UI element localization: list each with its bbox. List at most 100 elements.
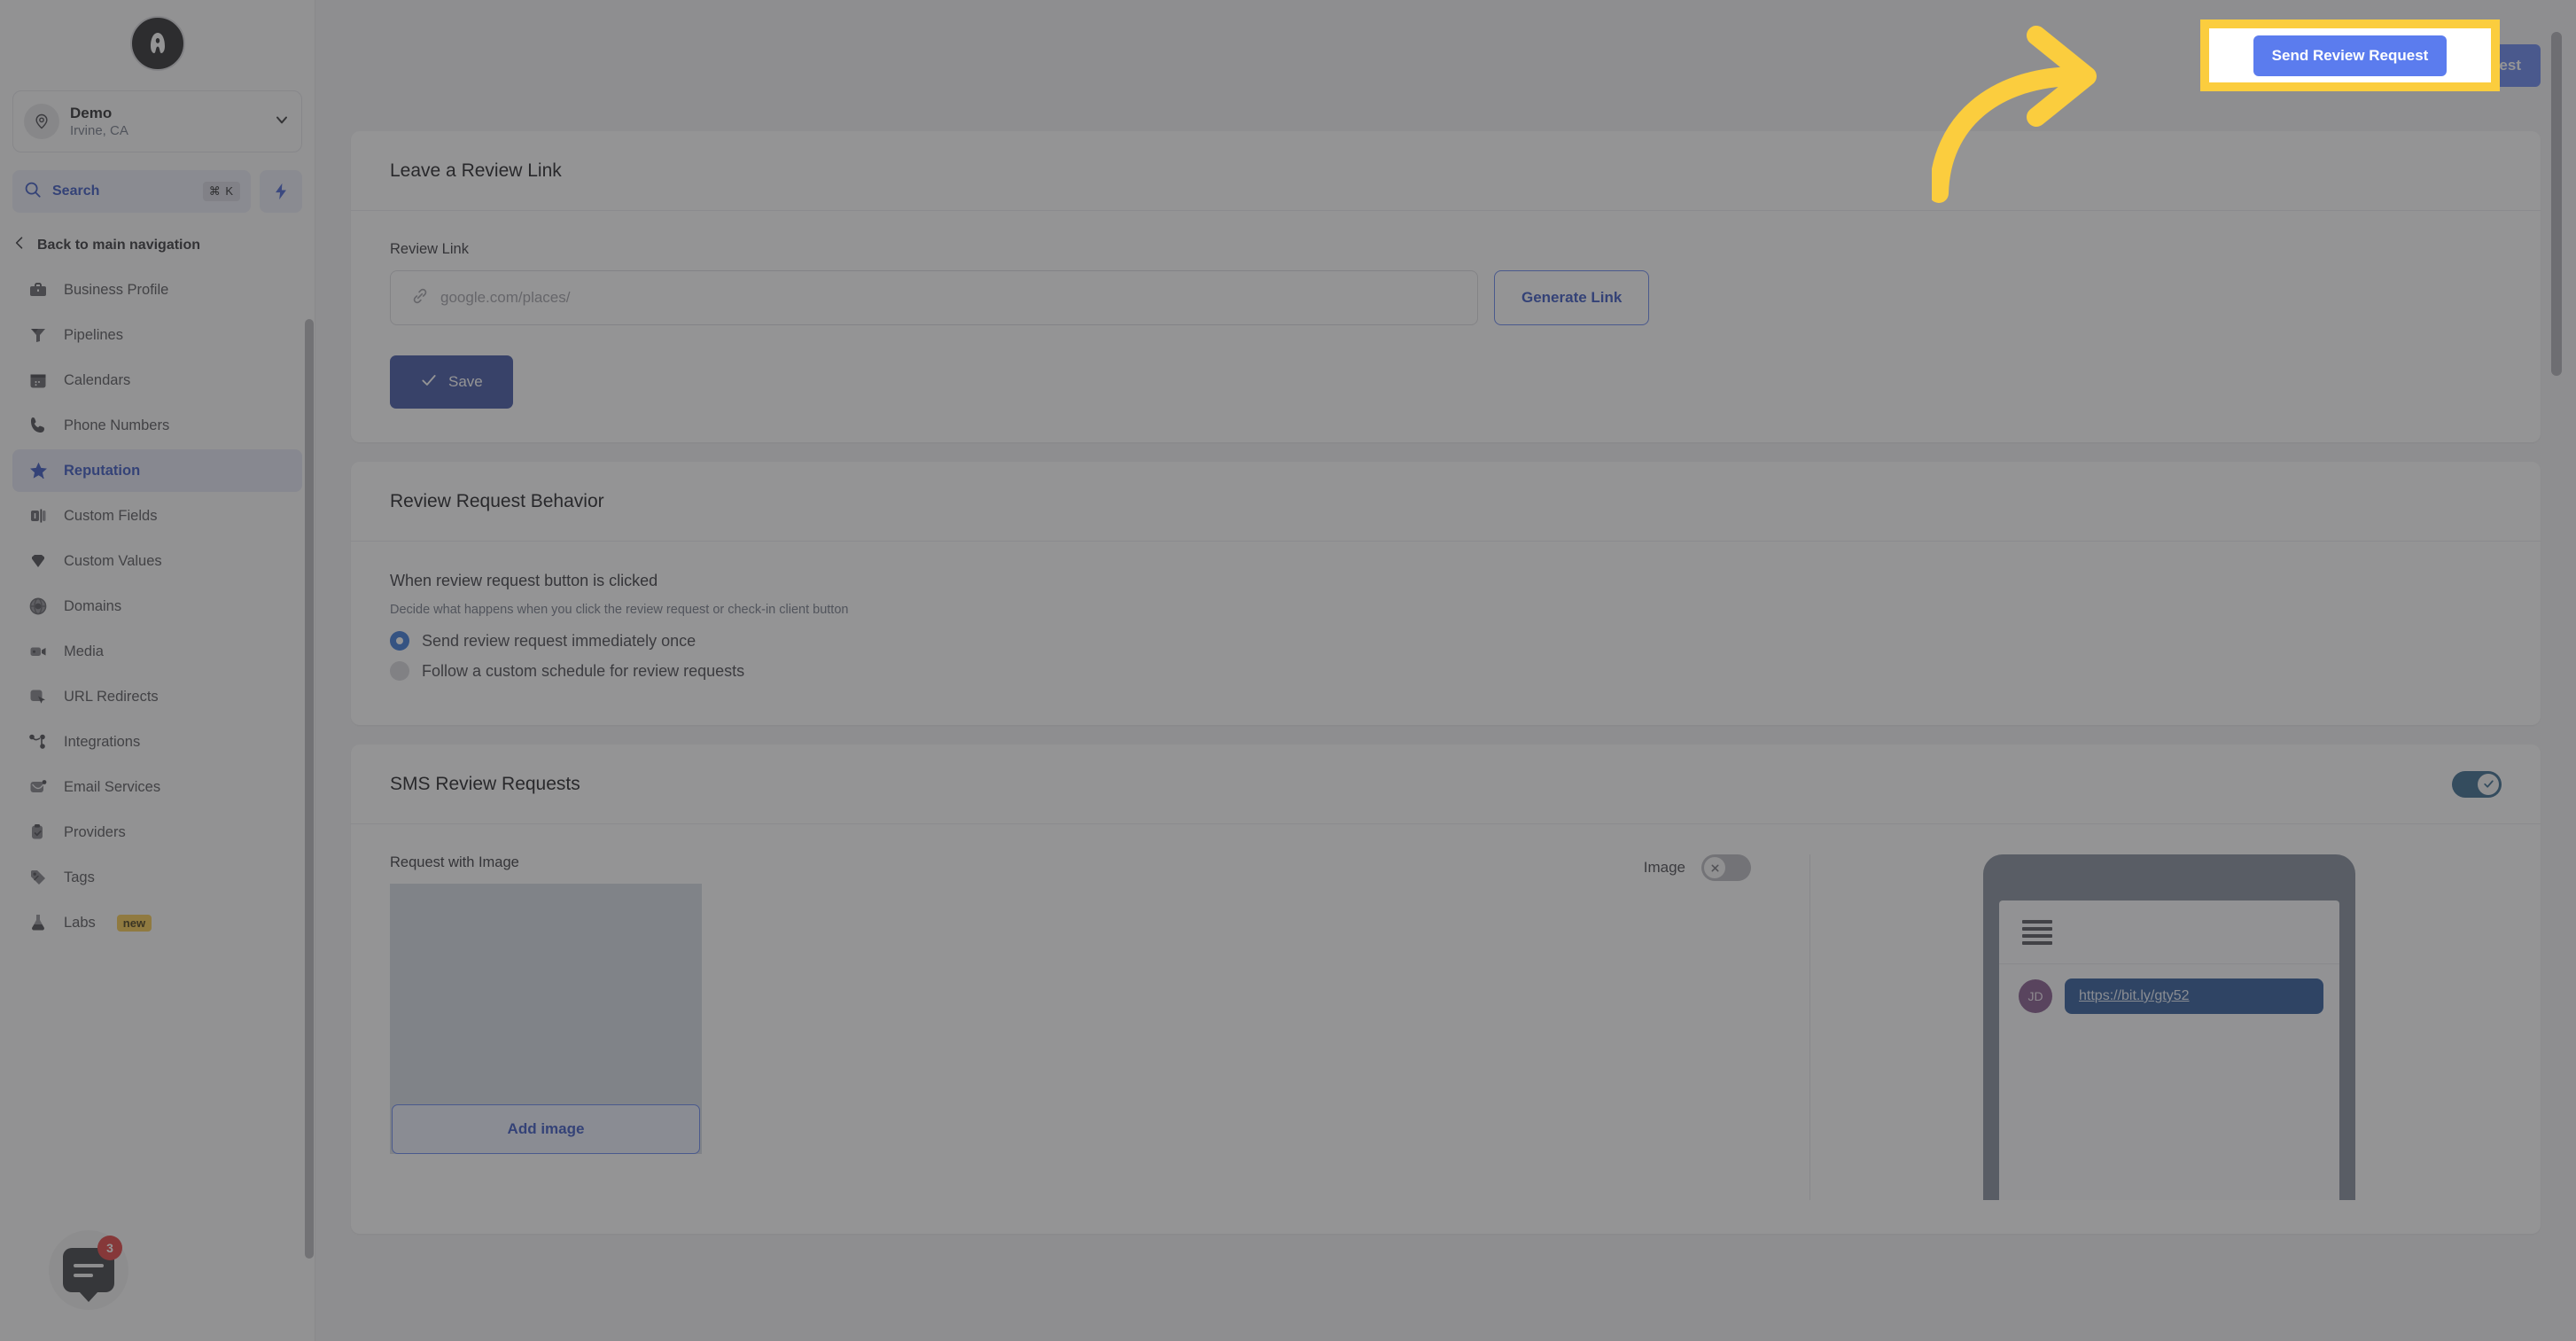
sidebar-item-label: Tags (64, 869, 95, 885)
back-to-main-navigation[interactable]: Back to main navigation (11, 234, 302, 256)
image-toggle-row: Image (957, 854, 1783, 881)
page-title: Leave a Review Link (390, 160, 562, 181)
card-body: Request with Image Add image Image JD ht… (351, 824, 2541, 1234)
sms-enabled-toggle[interactable] (2452, 770, 2502, 798)
chevron-down-icon[interactable] (273, 111, 291, 133)
hamburger-menu-icon (2022, 919, 2052, 945)
sidebar-item-label: Custom Values (64, 552, 162, 569)
radio-indicator[interactable] (390, 631, 409, 651)
gem-icon (27, 550, 50, 573)
sms-preview-column: JD https://bit.ly/gty52 (1810, 854, 2502, 1200)
globe-icon (27, 595, 50, 618)
brand-a-logo[interactable] (129, 16, 185, 71)
chat-bubble-icon[interactable]: 3 (49, 1230, 128, 1310)
behavior-title: Review Request Behavior (390, 490, 604, 511)
preview-message-link[interactable]: https://bit.ly/gty52 (2065, 978, 2323, 1014)
calendar-icon (27, 369, 50, 392)
chat-unread-count: 3 (97, 1236, 122, 1260)
custom-fields-icon (27, 504, 50, 527)
video-icon (27, 640, 50, 663)
search-input[interactable]: Search ⌘ K (12, 170, 251, 213)
briefcase-icon (27, 278, 50, 301)
image-toggle-label: Image (1643, 859, 1685, 876)
sidebar-item-reputation[interactable]: Reputation (12, 449, 302, 492)
sms-grid: Request with Image Add image Image JD ht… (390, 854, 2502, 1200)
generate-link-button[interactable]: Generate Link (1494, 270, 1650, 325)
save-button[interactable]: Save (390, 355, 513, 409)
review-request-behavior-card: Review Request Behavior When review requ… (351, 462, 2541, 725)
sidebar-item-phone-numbers[interactable]: Phone Numbers (12, 404, 302, 447)
card-body: Review Link Generate Link (351, 211, 2541, 442)
sidebar-item-tags[interactable]: Tags (12, 856, 302, 899)
back-label: Back to main navigation (37, 237, 201, 253)
main-content: Send Review Request Leave a Review Link … (315, 0, 2576, 1341)
sidebar-item-calendars[interactable]: Calendars (12, 359, 302, 402)
search-icon (23, 180, 43, 204)
sidebar-item-label: URL Redirects (64, 688, 159, 705)
chat-line (74, 1273, 93, 1277)
sidebar-item-label: Business Profile (64, 281, 169, 298)
star-icon (27, 459, 50, 482)
preview-message-row: JD https://bit.ly/gty52 (1999, 964, 2339, 1014)
location-text: Demo Irvine, CA (70, 105, 273, 139)
leave-a-review-link-card: Leave a Review Link Review Link Generate… (351, 131, 2541, 442)
link-icon (410, 286, 430, 310)
labs-new-badge: new (116, 914, 152, 932)
envelope-icon (27, 776, 50, 799)
sms-image-column: Request with Image Add image (390, 854, 957, 1200)
sidebar-item-providers[interactable]: Providers (12, 811, 302, 854)
sidebar-item-business-profile[interactable]: Business Profile (12, 269, 302, 311)
location-switcher[interactable]: Demo Irvine, CA (12, 90, 302, 152)
sidebar-item-label: Calendars (64, 371, 131, 388)
add-image-button[interactable]: Add image (392, 1104, 700, 1154)
avatar: JD (2019, 979, 2052, 1013)
review-link-input[interactable] (440, 289, 1458, 307)
check-icon (420, 371, 438, 394)
image-dropzone[interactable]: Add image (390, 884, 702, 1154)
sidebar-item-label: Integrations (64, 733, 141, 750)
brand-logo-wrap (0, 0, 315, 83)
radio-send-immediately[interactable]: Send review request immediately once (390, 631, 2502, 651)
behavior-subhead: When review request button is clicked (390, 572, 658, 589)
scroll-container: Send Review Request Leave a Review Link … (315, 0, 2576, 1260)
card-header: SMS Review Requests (351, 745, 2541, 824)
bolt-icon[interactable] (260, 170, 302, 213)
app-root: Demo Irvine, CA Search ⌘ K Back to main … (0, 0, 2576, 1341)
sidebar-item-integrations[interactable]: Integrations (12, 721, 302, 763)
sidebar-item-label: Pipelines (64, 326, 123, 343)
review-link-label: Review Link (390, 241, 469, 257)
phone-topbar (1999, 900, 2339, 964)
sidebar-item-labs[interactable]: Labs new (12, 901, 302, 944)
image-toggle[interactable] (1701, 854, 1751, 881)
sidebar-item-custom-fields[interactable]: Custom Fields (12, 495, 302, 537)
send-review-request-highlight: Send Review Request (2200, 19, 2500, 91)
sidebar-item-label: Reputation (64, 462, 141, 479)
card-header: Review Request Behavior (351, 462, 2541, 542)
cursor-click-icon (27, 685, 50, 708)
review-link-input-wrap[interactable] (390, 270, 1478, 325)
sidebar-item-pipelines[interactable]: Pipelines (12, 314, 302, 356)
send-review-request-button-highlighted[interactable]: Send Review Request (2253, 35, 2448, 76)
sidebar-item-label: Custom Fields (64, 507, 158, 524)
search-row: Search ⌘ K (12, 170, 302, 213)
sidebar-item-domains[interactable]: Domains (12, 585, 302, 628)
sidebar-item-url-redirects[interactable]: URL Redirects (12, 675, 302, 718)
page-scrollbar[interactable] (2551, 32, 2562, 376)
sidebar-item-label: Phone Numbers (64, 417, 170, 433)
sidebar-scrollbar[interactable] (305, 319, 314, 1259)
search-shortcut: ⌘ K (202, 182, 240, 201)
radio-indicator[interactable] (390, 661, 409, 681)
sms-review-requests-card: SMS Review Requests Request with Image A… (351, 745, 2541, 1234)
location-name: Demo (70, 104, 113, 121)
review-link-row: Generate Link (390, 270, 2502, 325)
radio-custom-schedule[interactable]: Follow a custom schedule for review requ… (390, 661, 2502, 681)
radio-label: Send review request immediately once (422, 631, 697, 650)
sidebar-item-custom-values[interactable]: Custom Values (12, 540, 302, 582)
sidebar-item-media[interactable]: Media (12, 630, 302, 673)
phone-preview: JD https://bit.ly/gty52 (1983, 854, 2355, 1200)
card-header: Leave a Review Link (351, 131, 2541, 211)
request-with-image-label: Request with Image (390, 854, 519, 870)
sidebar-item-email-services[interactable]: Email Services (12, 766, 302, 808)
search-label: Search (52, 183, 100, 199)
behavior-description: Decide what happens when you click the r… (390, 603, 849, 617)
